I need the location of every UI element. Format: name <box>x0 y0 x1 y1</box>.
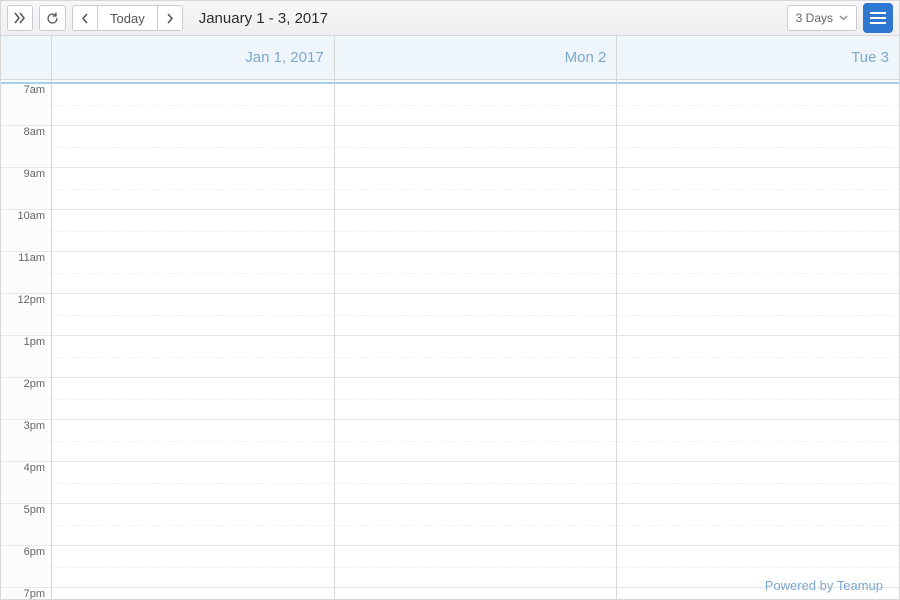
hour-label: 9am <box>1 168 51 210</box>
time-slot[interactable] <box>617 336 899 378</box>
time-slot[interactable] <box>617 420 899 462</box>
today-button[interactable]: Today <box>97 5 158 31</box>
time-slot[interactable] <box>617 378 899 420</box>
time-slot[interactable] <box>617 84 899 126</box>
hour-label: 8am <box>1 126 51 168</box>
hamburger-icon <box>870 17 886 19</box>
time-slot[interactable] <box>335 588 617 600</box>
time-slot[interactable] <box>617 210 899 252</box>
time-slot[interactable] <box>52 252 334 294</box>
day-header[interactable]: Tue 3 <box>616 36 899 80</box>
chevron-right-icon <box>165 13 174 24</box>
powered-by-label: Powered by Teamup <box>765 578 883 593</box>
view-selector[interactable]: 3 Days <box>787 5 857 31</box>
day-header-label: Jan 1, 2017 <box>245 49 323 66</box>
time-slot[interactable] <box>52 126 334 168</box>
day-header[interactable]: Mon 2 <box>334 36 617 80</box>
hour-label: 2pm <box>1 378 51 420</box>
time-slot[interactable] <box>52 210 334 252</box>
day-header[interactable]: Jan 1, 2017 <box>51 36 334 80</box>
hour-label: 5pm <box>1 504 51 546</box>
day-header-row: Jan 1, 2017 Mon 2 Tue 3 <box>0 36 900 80</box>
prev-button[interactable] <box>72 5 98 31</box>
hour-label: 7pm <box>1 588 51 600</box>
refresh-icon <box>46 12 59 25</box>
time-slot[interactable] <box>52 84 334 126</box>
time-slot[interactable] <box>335 336 617 378</box>
time-slot[interactable] <box>617 252 899 294</box>
time-slot[interactable] <box>617 126 899 168</box>
hour-label: 1pm <box>1 336 51 378</box>
time-slot[interactable] <box>52 336 334 378</box>
chevron-left-icon <box>81 13 90 24</box>
time-slot[interactable] <box>335 462 617 504</box>
time-slot[interactable] <box>335 294 617 336</box>
time-slot[interactable] <box>617 504 899 546</box>
expand-sidebar-button[interactable] <box>7 5 33 31</box>
date-range-title: January 1 - 3, 2017 <box>199 10 328 27</box>
menu-button[interactable] <box>863 3 893 33</box>
calendar-grid: 7am8am9am10am11am12pm1pm2pm3pm4pm5pm6pm7… <box>0 84 900 600</box>
time-slot[interactable] <box>335 168 617 210</box>
hour-label: 10am <box>1 210 51 252</box>
view-selector-label: 3 Days <box>796 11 833 25</box>
chevron-down-icon <box>839 15 848 21</box>
hour-label: 11am <box>1 252 51 294</box>
date-nav-group: Today <box>72 5 183 31</box>
time-slot[interactable] <box>335 504 617 546</box>
hour-label: 4pm <box>1 462 51 504</box>
gutter-header <box>1 36 51 80</box>
time-slot[interactable] <box>52 504 334 546</box>
time-slot[interactable] <box>335 546 617 588</box>
hour-label: 6pm <box>1 546 51 588</box>
time-slot[interactable] <box>52 420 334 462</box>
time-slot[interactable] <box>617 462 899 504</box>
time-slot[interactable] <box>52 168 334 210</box>
time-slot[interactable] <box>335 252 617 294</box>
time-slot[interactable] <box>617 294 899 336</box>
day-header-label: Tue 3 <box>851 49 889 66</box>
time-slot[interactable] <box>335 420 617 462</box>
time-slot[interactable] <box>52 462 334 504</box>
refresh-button[interactable] <box>39 5 66 31</box>
time-slot[interactable] <box>52 588 334 600</box>
day-column[interactable] <box>616 84 899 599</box>
time-slot[interactable] <box>617 168 899 210</box>
time-slot[interactable] <box>335 84 617 126</box>
time-slot[interactable] <box>335 210 617 252</box>
time-slot[interactable] <box>335 378 617 420</box>
time-slot[interactable] <box>52 546 334 588</box>
hour-label: 3pm <box>1 420 51 462</box>
next-button[interactable] <box>157 5 183 31</box>
day-header-label: Mon 2 <box>565 49 607 66</box>
day-column[interactable] <box>334 84 617 599</box>
time-slot[interactable] <box>335 126 617 168</box>
time-slot[interactable] <box>52 378 334 420</box>
day-column[interactable] <box>51 84 334 599</box>
time-slot[interactable] <box>52 294 334 336</box>
chevron-double-right-icon <box>14 12 26 24</box>
powered-by-link[interactable]: Powered by Teamup <box>765 578 883 593</box>
today-button-label: Today <box>110 11 145 26</box>
toolbar: Today January 1 - 3, 2017 3 Days <box>0 0 900 36</box>
hour-label: 12pm <box>1 294 51 336</box>
time-gutter: 7am8am9am10am11am12pm1pm2pm3pm4pm5pm6pm7… <box>1 84 51 599</box>
hour-label: 7am <box>1 84 51 126</box>
